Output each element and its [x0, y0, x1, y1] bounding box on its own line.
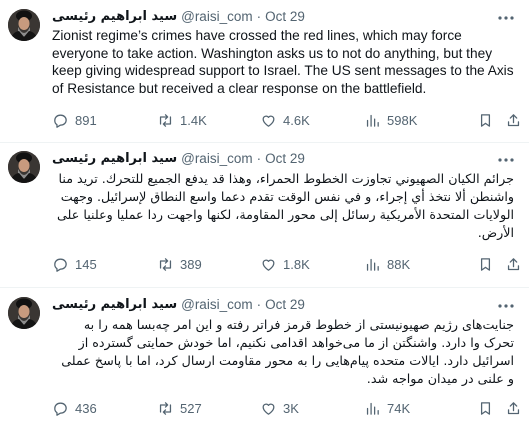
author-name[interactable]: سید ابراهیم رئیسی [52, 151, 177, 167]
repost-count: 1.4K [180, 112, 207, 128]
bookmark-icon [480, 401, 491, 415]
bookmark-button[interactable] [477, 111, 494, 129]
tweet-header: سید ابراهیم رئیسی @raisi_com · Oct 29 [52, 9, 305, 25]
views-button[interactable]: 598K [364, 111, 417, 129]
author-handle[interactable]: @raisi_com [181, 9, 252, 25]
tweet[interactable]: سید ابراهیم رئیسی @raisi_com · Oct 29 جر… [0, 143, 529, 288]
bookmark-icon [480, 113, 491, 127]
author-name[interactable]: سید ابراهیم رئیسی [52, 297, 177, 313]
avatar[interactable] [8, 297, 40, 329]
share-icon [507, 401, 520, 414]
avatar-photo [8, 9, 40, 41]
separator-dot: · [256, 151, 262, 166]
repost-icon [159, 401, 172, 415]
reply-count: 145 [75, 256, 97, 272]
reply-icon [54, 402, 67, 416]
reply-icon [54, 114, 67, 128]
tweet[interactable]: سید ابراهیم رئیسی @raisi_com · Oct 29 Zi… [0, 0, 529, 143]
views-count: 74K [387, 400, 411, 416]
tweet-actions: 145 389 1.8K 88K [52, 255, 522, 273]
like-icon [262, 259, 275, 271]
tweet-date[interactable]: Oct 29 [265, 151, 305, 167]
repost-button[interactable]: 1.4K [157, 111, 207, 129]
repost-icon [159, 113, 172, 127]
share-icon [507, 113, 520, 126]
share-button[interactable] [505, 111, 522, 129]
author-handle[interactable]: @raisi_com [181, 297, 252, 313]
like-button[interactable]: 3K [260, 399, 299, 417]
reply-button[interactable]: 436 [52, 399, 97, 417]
tweet-text: Zionist regime’s crimes have crossed the… [52, 28, 514, 96]
tweet-text: جنایت‌های رژیم صهیونیستی از خطوط قرمز فر… [61, 317, 514, 386]
like-icon [262, 403, 275, 415]
reply-count: 891 [75, 112, 97, 128]
tweet-header: سید ابراهیم رئیسی @raisi_com · Oct 29 [52, 297, 305, 313]
repost-count: 389 [180, 256, 202, 272]
repost-icon [159, 257, 172, 271]
tweet-actions: 891 1.4K 4.6K 598K [52, 111, 522, 129]
more-icon[interactable] [497, 12, 515, 28]
tweet[interactable]: سید ابراهیم رئیسی @raisi_com · Oct 29 جن… [0, 288, 529, 422]
views-button[interactable]: 74K [364, 399, 410, 417]
repost-button[interactable]: 527 [157, 399, 202, 417]
like-icon [262, 115, 275, 127]
like-count: 1.8K [283, 256, 310, 272]
bookmark-icon [480, 257, 491, 271]
views-button[interactable]: 88K [364, 255, 410, 273]
views-count: 598K [387, 112, 418, 128]
like-count: 4.6K [283, 112, 310, 128]
share-button[interactable] [505, 255, 522, 273]
author-name[interactable]: سید ابراهیم رئیسی [52, 9, 177, 25]
like-button[interactable]: 1.8K [260, 255, 310, 273]
views-count: 88K [387, 256, 411, 272]
reply-button[interactable]: 145 [52, 255, 97, 273]
like-count: 3K [283, 400, 299, 416]
avatar-photo [8, 151, 40, 183]
views-icon [366, 402, 379, 415]
reply-icon [54, 258, 67, 272]
avatar[interactable] [8, 9, 40, 41]
tweet-date[interactable]: Oct 29 [265, 297, 305, 313]
tweet-date[interactable]: Oct 29 [265, 9, 305, 25]
repost-count: 527 [180, 400, 202, 416]
tweet-text: جرائم الكيان الصهيوني تجاوزت الخطوط الحم… [56, 171, 514, 240]
avatar[interactable] [8, 151, 40, 183]
bookmark-button[interactable] [477, 399, 494, 417]
tweet-actions: 436 527 3K 74K [52, 399, 522, 417]
separator-dot: · [256, 297, 262, 312]
author-handle[interactable]: @raisi_com [181, 151, 252, 167]
avatar-photo [8, 297, 40, 329]
separator-dot: · [256, 9, 262, 24]
views-icon [366, 258, 379, 271]
reply-button[interactable]: 891 [52, 111, 97, 129]
views-icon [366, 114, 379, 127]
share-button[interactable] [505, 399, 522, 417]
repost-button[interactable]: 389 [157, 255, 202, 273]
tweet-header: سید ابراهیم رئیسی @raisi_com · Oct 29 [52, 151, 305, 167]
like-button[interactable]: 4.6K [260, 111, 310, 129]
bookmark-button[interactable] [477, 255, 494, 273]
more-icon[interactable] [497, 154, 515, 170]
reply-count: 436 [75, 400, 97, 416]
more-icon[interactable] [497, 300, 515, 316]
share-icon [507, 257, 520, 270]
